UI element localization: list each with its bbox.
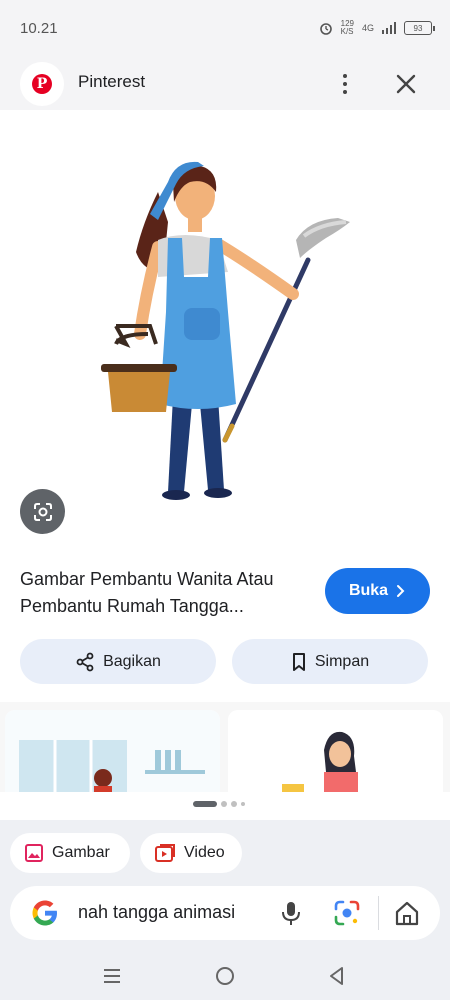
share-button[interactable]: Bagikan: [20, 639, 216, 684]
related-images: [0, 702, 450, 792]
status-icons: 129 K/S 4G 93: [319, 20, 435, 36]
open-button[interactable]: Buka: [325, 568, 430, 614]
net-speed-unit: K/S: [340, 27, 354, 36]
search-divider: [378, 896, 379, 930]
google-icon: [32, 900, 57, 926]
housekeeper-illustration: [101, 161, 350, 500]
chevron-right-icon: [397, 585, 405, 597]
status-bar: 10.21 129 K/S 4G 93: [0, 0, 450, 58]
source-logo[interactable]: P: [20, 62, 64, 106]
chip-images-label: Gambar: [52, 844, 110, 861]
battery-level: 93: [413, 23, 423, 33]
mic-icon[interactable]: [276, 898, 306, 928]
image-icon: [25, 844, 43, 862]
home-circle-icon[interactable]: [213, 964, 237, 988]
video-icon: [155, 844, 175, 862]
source-name[interactable]: Pinterest: [78, 72, 145, 92]
home-icon[interactable]: [392, 898, 422, 928]
more-vert-icon: [343, 74, 347, 78]
back-icon[interactable]: [325, 964, 349, 988]
net-speed: 129 K/S: [341, 20, 354, 36]
image-title[interactable]: Gambar Pembantu Wanita Atau Pembantu Rum…: [20, 566, 320, 620]
page-dot: [241, 802, 245, 806]
pinterest-logo-icon: P: [32, 74, 52, 94]
related-image-thumbnail: [228, 710, 443, 792]
close-icon[interactable]: [388, 66, 424, 102]
chip-video[interactable]: Video: [140, 833, 242, 873]
page-dot-active: [193, 801, 217, 807]
search-query[interactable]: nah tangga animasi: [78, 902, 235, 923]
save-label: Simpan: [314, 652, 370, 670]
search-bar[interactable]: nah tangga animasi: [10, 886, 440, 940]
page-dot: [221, 801, 227, 807]
chip-images[interactable]: Gambar: [10, 833, 130, 873]
alarm-icon: [319, 23, 332, 35]
page-indicator: [193, 801, 245, 807]
battery-icon: 93: [404, 21, 435, 35]
more-options-button[interactable]: [330, 66, 360, 102]
recents-icon[interactable]: [100, 964, 124, 988]
related-image-card[interactable]: [228, 710, 443, 792]
system-nav-bar: [0, 950, 450, 1000]
share-label: Bagikan: [103, 652, 161, 670]
lens-button[interactable]: [20, 489, 65, 534]
bookmark-icon: [292, 652, 305, 671]
image-viewer-header: P Pinterest: [0, 58, 450, 110]
page-dot: [231, 801, 237, 807]
related-image-card[interactable]: [5, 710, 220, 792]
status-time: 10.21: [20, 20, 58, 37]
network-type: 4G: [361, 23, 374, 33]
lens-icon: [33, 502, 52, 521]
lens-icon[interactable]: [332, 898, 362, 928]
signal-icon: [382, 22, 396, 34]
chip-video-label: Video: [184, 844, 225, 861]
share-icon: [76, 652, 94, 671]
open-button-label: Buka: [348, 582, 389, 599]
related-image-thumbnail: [5, 710, 220, 792]
result-image[interactable]: [8, 112, 442, 552]
save-button[interactable]: Simpan: [232, 639, 428, 684]
